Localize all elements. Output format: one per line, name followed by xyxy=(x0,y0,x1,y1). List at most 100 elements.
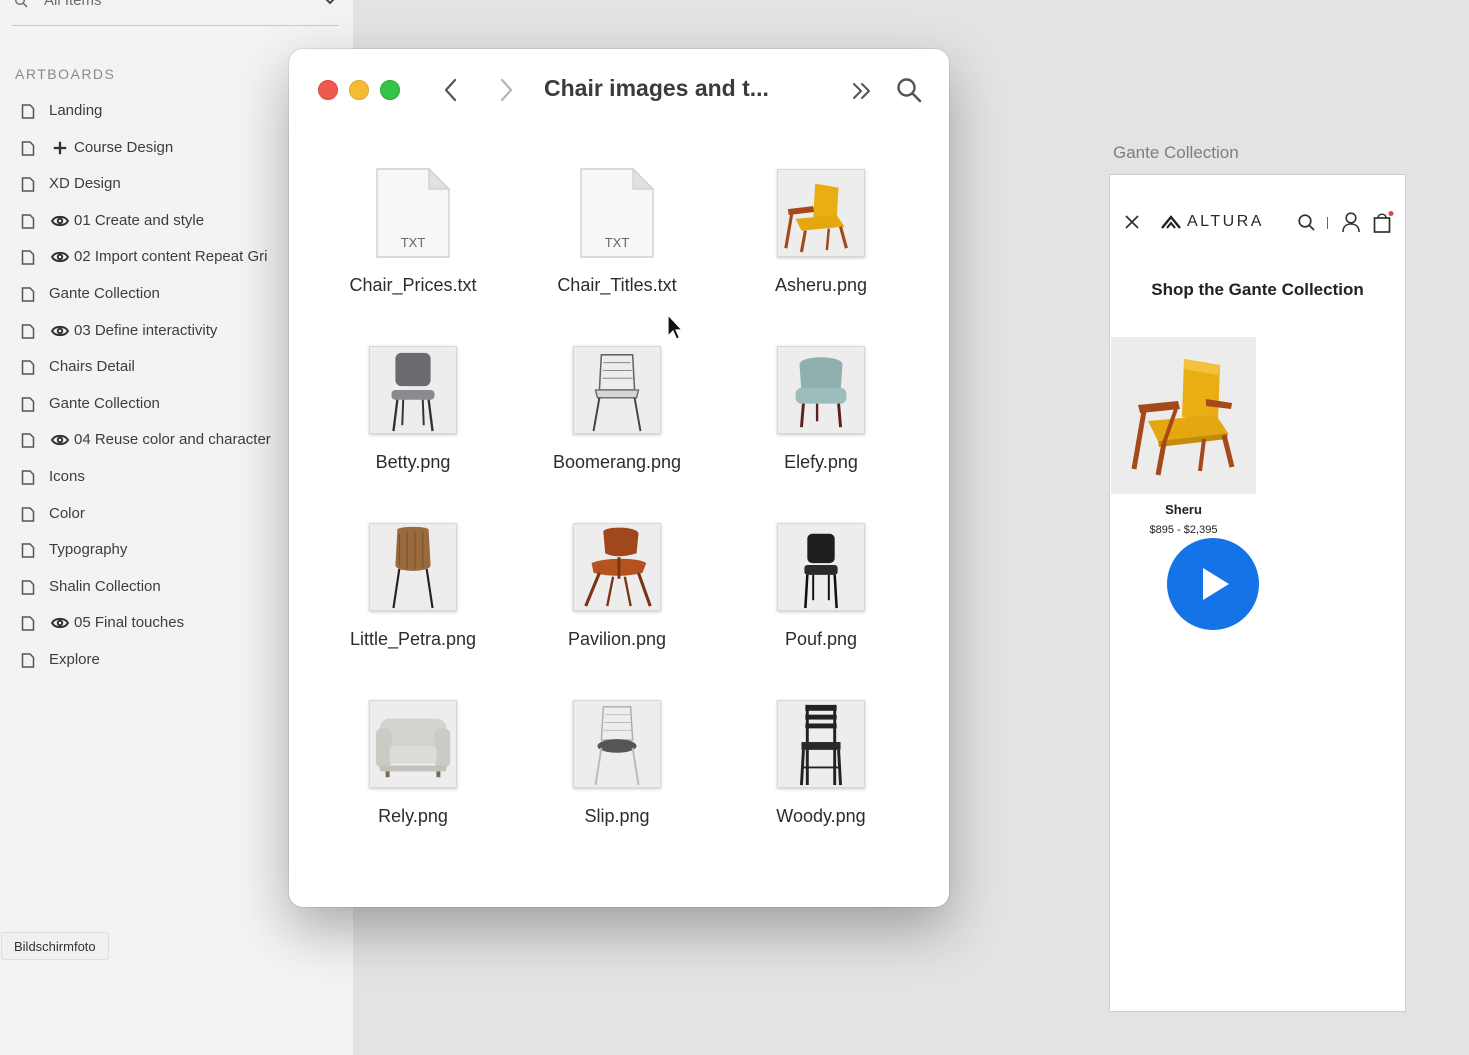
image-thumbnail xyxy=(368,345,458,435)
altura-logo-icon xyxy=(1161,215,1181,229)
file-name: Betty.png xyxy=(375,452,451,472)
collection-heading: Shop the Gante Collection xyxy=(1151,280,1364,299)
more-toolbar-icon[interactable] xyxy=(849,78,875,104)
artboard-item[interactable]: 03 Define interactivity xyxy=(0,313,290,350)
brand-logo[interactable]: ALTURA xyxy=(1161,213,1264,231)
wire-chair-icon xyxy=(573,346,661,434)
artboard-item[interactable]: 02 Import content Repeat Gri xyxy=(0,239,290,276)
yellow-lounge-chair-icon xyxy=(777,169,865,257)
mobile-nav-bar: ALTURA xyxy=(1110,209,1405,237)
file-item[interactable]: TXT Chair_Prices.txt xyxy=(309,164,517,334)
artboard-item-label: 04 Reuse color and character xyxy=(74,431,271,449)
grey-chair-icon xyxy=(369,346,457,434)
artboard-item-label: 03 Define interactivity xyxy=(74,321,218,339)
artboard-item[interactable]: XD Design xyxy=(0,166,290,203)
file-item[interactable]: Betty.png xyxy=(309,341,517,511)
user-icon[interactable] xyxy=(1341,211,1361,233)
prototype-eye-icon xyxy=(51,614,69,632)
file-item[interactable]: Little_Petra.png xyxy=(309,518,517,688)
forward-icon[interactable] xyxy=(494,76,518,104)
product-image[interactable] xyxy=(1111,337,1256,494)
file-item[interactable]: Pouf.png xyxy=(717,518,925,688)
artboard-item-label: Chairs Detail xyxy=(49,358,135,376)
artboard-page-icon xyxy=(21,177,35,192)
artboard-item[interactable]: Course Design xyxy=(0,130,290,167)
svg-text:TXT: TXT xyxy=(605,235,630,250)
back-icon[interactable] xyxy=(439,76,463,104)
artboard-item-label: Shalin Collection xyxy=(49,577,161,595)
section-title: ARTBOARDS xyxy=(15,66,116,82)
file-name: Asheru.png xyxy=(774,275,868,295)
artboard-item[interactable]: 01 Create and style xyxy=(0,203,290,240)
file-item[interactable]: Pavilion.png xyxy=(513,518,721,688)
search-icon[interactable] xyxy=(1297,213,1316,232)
wood-shell-chair-icon xyxy=(369,523,457,611)
artboard-item[interactable]: Chairs Detail xyxy=(0,349,290,386)
file-item[interactable]: Asheru.png xyxy=(717,164,925,334)
teal-armchair-icon xyxy=(777,346,865,434)
artboard-page-icon xyxy=(21,616,35,632)
file-item[interactable]: Rely.png xyxy=(309,695,517,865)
artboard-item[interactable]: Gante Collection xyxy=(0,386,290,423)
image-thumbnail xyxy=(368,699,458,789)
artboard-item-label: Gante Collection xyxy=(49,284,160,302)
search-bar[interactable]: All Items xyxy=(12,0,338,26)
file-name: Woody.png xyxy=(776,806,866,826)
window-title: Chair images and t... xyxy=(544,75,769,101)
artboard-item[interactable]: Explore xyxy=(0,642,290,679)
artboard-page-icon xyxy=(21,579,35,595)
artboard-page-icon xyxy=(21,360,35,375)
artboard-item-label: XD Design xyxy=(49,175,121,193)
search-icon[interactable] xyxy=(895,76,923,104)
prototype-eye-icon xyxy=(51,248,69,266)
artboard-item[interactable]: Typography xyxy=(0,532,290,569)
artboard-page-icon xyxy=(21,543,35,558)
artboard-item[interactable]: Shalin Collection xyxy=(0,569,290,606)
artboard-item-label: Gante Collection xyxy=(49,394,160,412)
artboard-page-icon xyxy=(21,323,35,339)
file-item[interactable]: Boomerang.png xyxy=(513,341,721,511)
artboard-item[interactable]: Gante Collection xyxy=(0,276,290,313)
file-name: Chair_Prices.txt xyxy=(349,275,477,295)
image-thumbnail xyxy=(368,522,458,612)
artboard-item[interactable]: Icons xyxy=(0,459,290,496)
artboard-item[interactable]: Color xyxy=(0,496,290,533)
artboard-item[interactable]: 04 Reuse color and character xyxy=(0,422,290,459)
artboard-page-icon xyxy=(21,397,35,412)
image-thumbnail xyxy=(776,699,866,789)
yellow-lounge-chair-icon xyxy=(1131,358,1234,475)
zoom-window-button[interactable] xyxy=(380,80,400,100)
chevron-down-icon[interactable] xyxy=(322,0,338,8)
artboard-item-label: Icons xyxy=(49,467,85,485)
artboard-page-icon xyxy=(21,214,35,229)
artboard-item-label: 02 Import content Repeat Gri xyxy=(74,248,268,266)
artboard-gante-collection[interactable]: ALTURA Shop the Gante Collection Sheru $… xyxy=(1109,174,1406,1012)
minimize-window-button[interactable] xyxy=(349,80,369,100)
file-item[interactable]: Elefy.png xyxy=(717,341,925,511)
artboard-page-icon xyxy=(21,433,35,449)
file-item[interactable]: TXT Chair_Titles.txt xyxy=(513,164,721,334)
play-button[interactable] xyxy=(1167,538,1259,630)
artboard-item[interactable]: Landing xyxy=(0,93,290,130)
svg-text:TXT: TXT xyxy=(401,235,426,250)
file-item[interactable]: Woody.png xyxy=(717,695,925,865)
tooltip: Bildschirmfoto xyxy=(1,932,109,960)
file-name: Little_Petra.png xyxy=(349,629,477,649)
divider xyxy=(1327,217,1328,229)
shopping-bag-icon[interactable] xyxy=(1372,210,1394,234)
file-name: Chair_Titles.txt xyxy=(557,275,677,295)
prototype-eye-icon xyxy=(51,431,69,449)
file-name: Rely.png xyxy=(378,806,448,826)
artboard-label[interactable]: Gante Collection xyxy=(1113,143,1239,163)
artboard-item[interactable]: 05 Final touches xyxy=(0,605,290,642)
play-icon xyxy=(1203,568,1229,600)
search-input[interactable]: All Items xyxy=(44,0,102,9)
close-icon[interactable] xyxy=(1124,214,1140,230)
prototype-eye-icon xyxy=(51,212,69,230)
text-document-icon: TXT xyxy=(572,167,662,258)
close-window-button[interactable] xyxy=(318,80,338,100)
molded-plywood-chair-icon xyxy=(573,523,661,611)
artboard-page-icon xyxy=(21,250,35,266)
plus-icon xyxy=(51,139,69,157)
file-item[interactable]: Slip.png xyxy=(513,695,721,865)
